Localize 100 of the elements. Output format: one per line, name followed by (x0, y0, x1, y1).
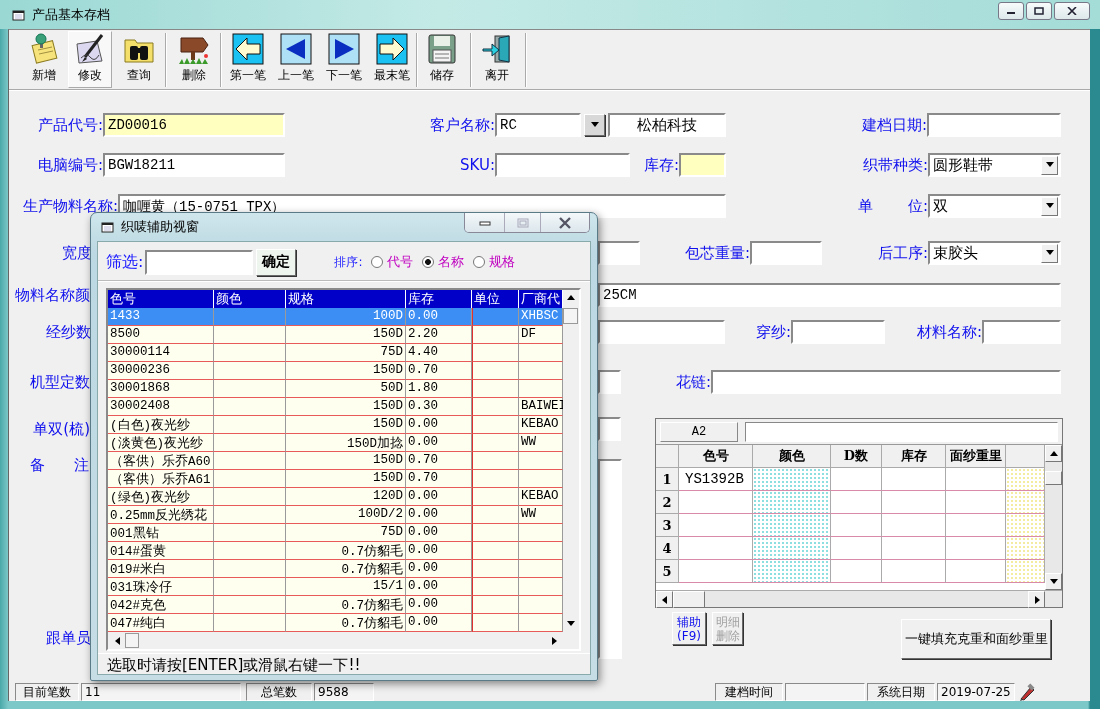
table-row[interactable]: 8500 150D 2.20 DF (108, 326, 563, 344)
table-row[interactable]: 30000236 150D 0.70 (108, 362, 563, 380)
column-header: 颜色 (753, 445, 831, 468)
combo-box[interactable]: 束胶头 (928, 241, 1061, 265)
text-field[interactable] (982, 320, 1061, 344)
toolbar-button[interactable]: 新增 (22, 31, 66, 88)
table-row[interactable]: 001黑钻 75D 0.00 (108, 524, 563, 542)
dropdown-button[interactable] (584, 114, 605, 136)
toolbar-button[interactable]: 修改 (68, 31, 112, 88)
table-cell: 150D (286, 416, 406, 434)
field-label: 客户名称: (428, 115, 495, 135)
table-row[interactable]: (淡黄色)夜光纱 150D加捻 0.00 WW (108, 434, 563, 452)
text-field[interactable] (598, 320, 725, 344)
table-row[interactable]: 019#米白 0.7仿貂毛 0.00 (108, 560, 563, 578)
column-header: 库存 (406, 290, 472, 308)
formula-field[interactable] (745, 421, 1058, 442)
table-row[interactable]: 30000114 75D 4.40 (108, 344, 563, 362)
toolbar-button[interactable]: 第一笔 (226, 31, 270, 88)
toolbar-button[interactable]: 上一笔 (274, 31, 318, 88)
door-icon (481, 33, 513, 65)
table-row[interactable]: （客供）乐乔A60 150D 0.70 (108, 452, 563, 470)
table-cell: 30002408 (108, 398, 214, 416)
table-cell (472, 488, 519, 506)
table-row[interactable]: 042#克色 0.7仿貂毛 0.00 (108, 596, 563, 614)
horizontal-scrollbar[interactable] (656, 590, 1062, 607)
radio-button[interactable]: 名称 (422, 253, 465, 271)
toolbar-button[interactable]: 离开 (475, 31, 519, 88)
table-cell (214, 452, 286, 470)
grid-button[interactable]: 辅助 (F9) (672, 612, 706, 645)
combo-box[interactable]: 圆形鞋带 (928, 153, 1061, 177)
table-row[interactable]: (绿色)夜光纱 120D 0.00 KEBAO (108, 488, 563, 506)
table-cell: 30000114 (108, 344, 214, 362)
table-row[interactable]: 0.25mm反光绣花 100D/2 0.00 WW (108, 506, 563, 524)
horizontal-scrollbar[interactable] (108, 632, 579, 649)
table-cell: （客供）乐乔A61 (108, 470, 214, 488)
table-row[interactable]: 30002408 150D 0.30 BAIWEI (108, 398, 563, 416)
text-field[interactable] (711, 370, 1061, 394)
minimize-button[interactable] (998, 2, 1024, 20)
table-cell (214, 308, 286, 326)
text-field[interactable] (598, 370, 621, 394)
field-label: 穿纱: (754, 322, 791, 342)
fill-button[interactable]: 一键填充克重和面纱重里 (901, 619, 1051, 659)
status-label: 目前笔数 (15, 683, 79, 701)
close-button[interactable] (541, 213, 589, 232)
table-row[interactable]: (白色)夜光纱 150D 0.00 KEBAO (108, 416, 563, 434)
table-cell (214, 380, 286, 398)
scrollbar-thumb[interactable] (125, 633, 139, 648)
table-cell (214, 506, 286, 524)
maximize-button[interactable] (1026, 2, 1052, 20)
toolbar-button[interactable]: 储存 (420, 31, 464, 88)
table-cell: 001黑钻 (108, 524, 214, 542)
text-field[interactable] (495, 153, 630, 177)
confirm-button[interactable]: 确定 (256, 248, 297, 276)
text-field[interactable] (927, 113, 1061, 137)
text-field[interactable]: BGW18211 (103, 153, 285, 177)
table-cell (472, 560, 519, 578)
text-field[interactable] (791, 320, 885, 344)
text-field[interactable]: RC (495, 113, 581, 137)
table-cell (472, 416, 519, 434)
close-button[interactable] (1054, 2, 1090, 20)
table-cell: 100D/2 (286, 506, 406, 524)
toolbar-button[interactable]: 最末笔 (370, 31, 414, 88)
table-cell (214, 488, 286, 506)
toolbar-button[interactable]: 下一笔 (322, 31, 366, 88)
table-cell (472, 524, 519, 542)
combo-box[interactable]: 双 (928, 194, 1061, 218)
table-row[interactable]: 031珠冷仔 15/1 0.00 (108, 578, 563, 596)
close-icon (558, 216, 572, 229)
table-cell: 0.7仿貂毛 (286, 596, 406, 614)
table-cell: 100D (286, 308, 406, 326)
column-header: 颜色 (214, 290, 286, 308)
table-cell (472, 452, 519, 470)
radio-button[interactable]: 代号 (371, 253, 414, 271)
text-field[interactable]: ZD00016 (103, 113, 285, 137)
text-field[interactable] (679, 153, 726, 177)
table-row[interactable]: 014#蛋黄 0.7仿貂毛 0.00 (108, 542, 563, 560)
table-row[interactable]: （客供）乐乔A61 150D 0.70 (108, 470, 563, 488)
toolbar-button[interactable]: 删除 (172, 31, 216, 88)
table-cell (472, 470, 519, 488)
radio-button[interactable]: 规格 (473, 253, 516, 271)
table-cell: 2.20 (406, 326, 472, 344)
vertical-scrollbar[interactable] (563, 290, 579, 632)
field-label: 单 位: (857, 196, 928, 216)
table-cell: 30000236 (108, 362, 214, 380)
filter-field[interactable] (145, 249, 254, 275)
text-field[interactable]: 25CM (598, 283, 1061, 307)
table-cell (214, 326, 286, 344)
text-field[interactable] (598, 241, 640, 265)
vertical-scrollbar[interactable] (1045, 445, 1062, 590)
scrollbar-thumb[interactable] (563, 308, 578, 324)
table-row[interactable]: 30001868 50D 1.80 (108, 380, 563, 398)
table-cell: 75D (286, 524, 406, 542)
text-field[interactable] (750, 241, 822, 265)
text-area[interactable] (598, 459, 622, 659)
toolbar-button[interactable]: 查询 (117, 31, 161, 88)
dialog-title: 织唛辅助视窗 (121, 218, 199, 236)
field-label: 建档日期: (860, 115, 927, 135)
table-cell (831, 537, 882, 560)
table-cell: 8500 (108, 326, 214, 344)
text-field[interactable] (598, 417, 621, 441)
